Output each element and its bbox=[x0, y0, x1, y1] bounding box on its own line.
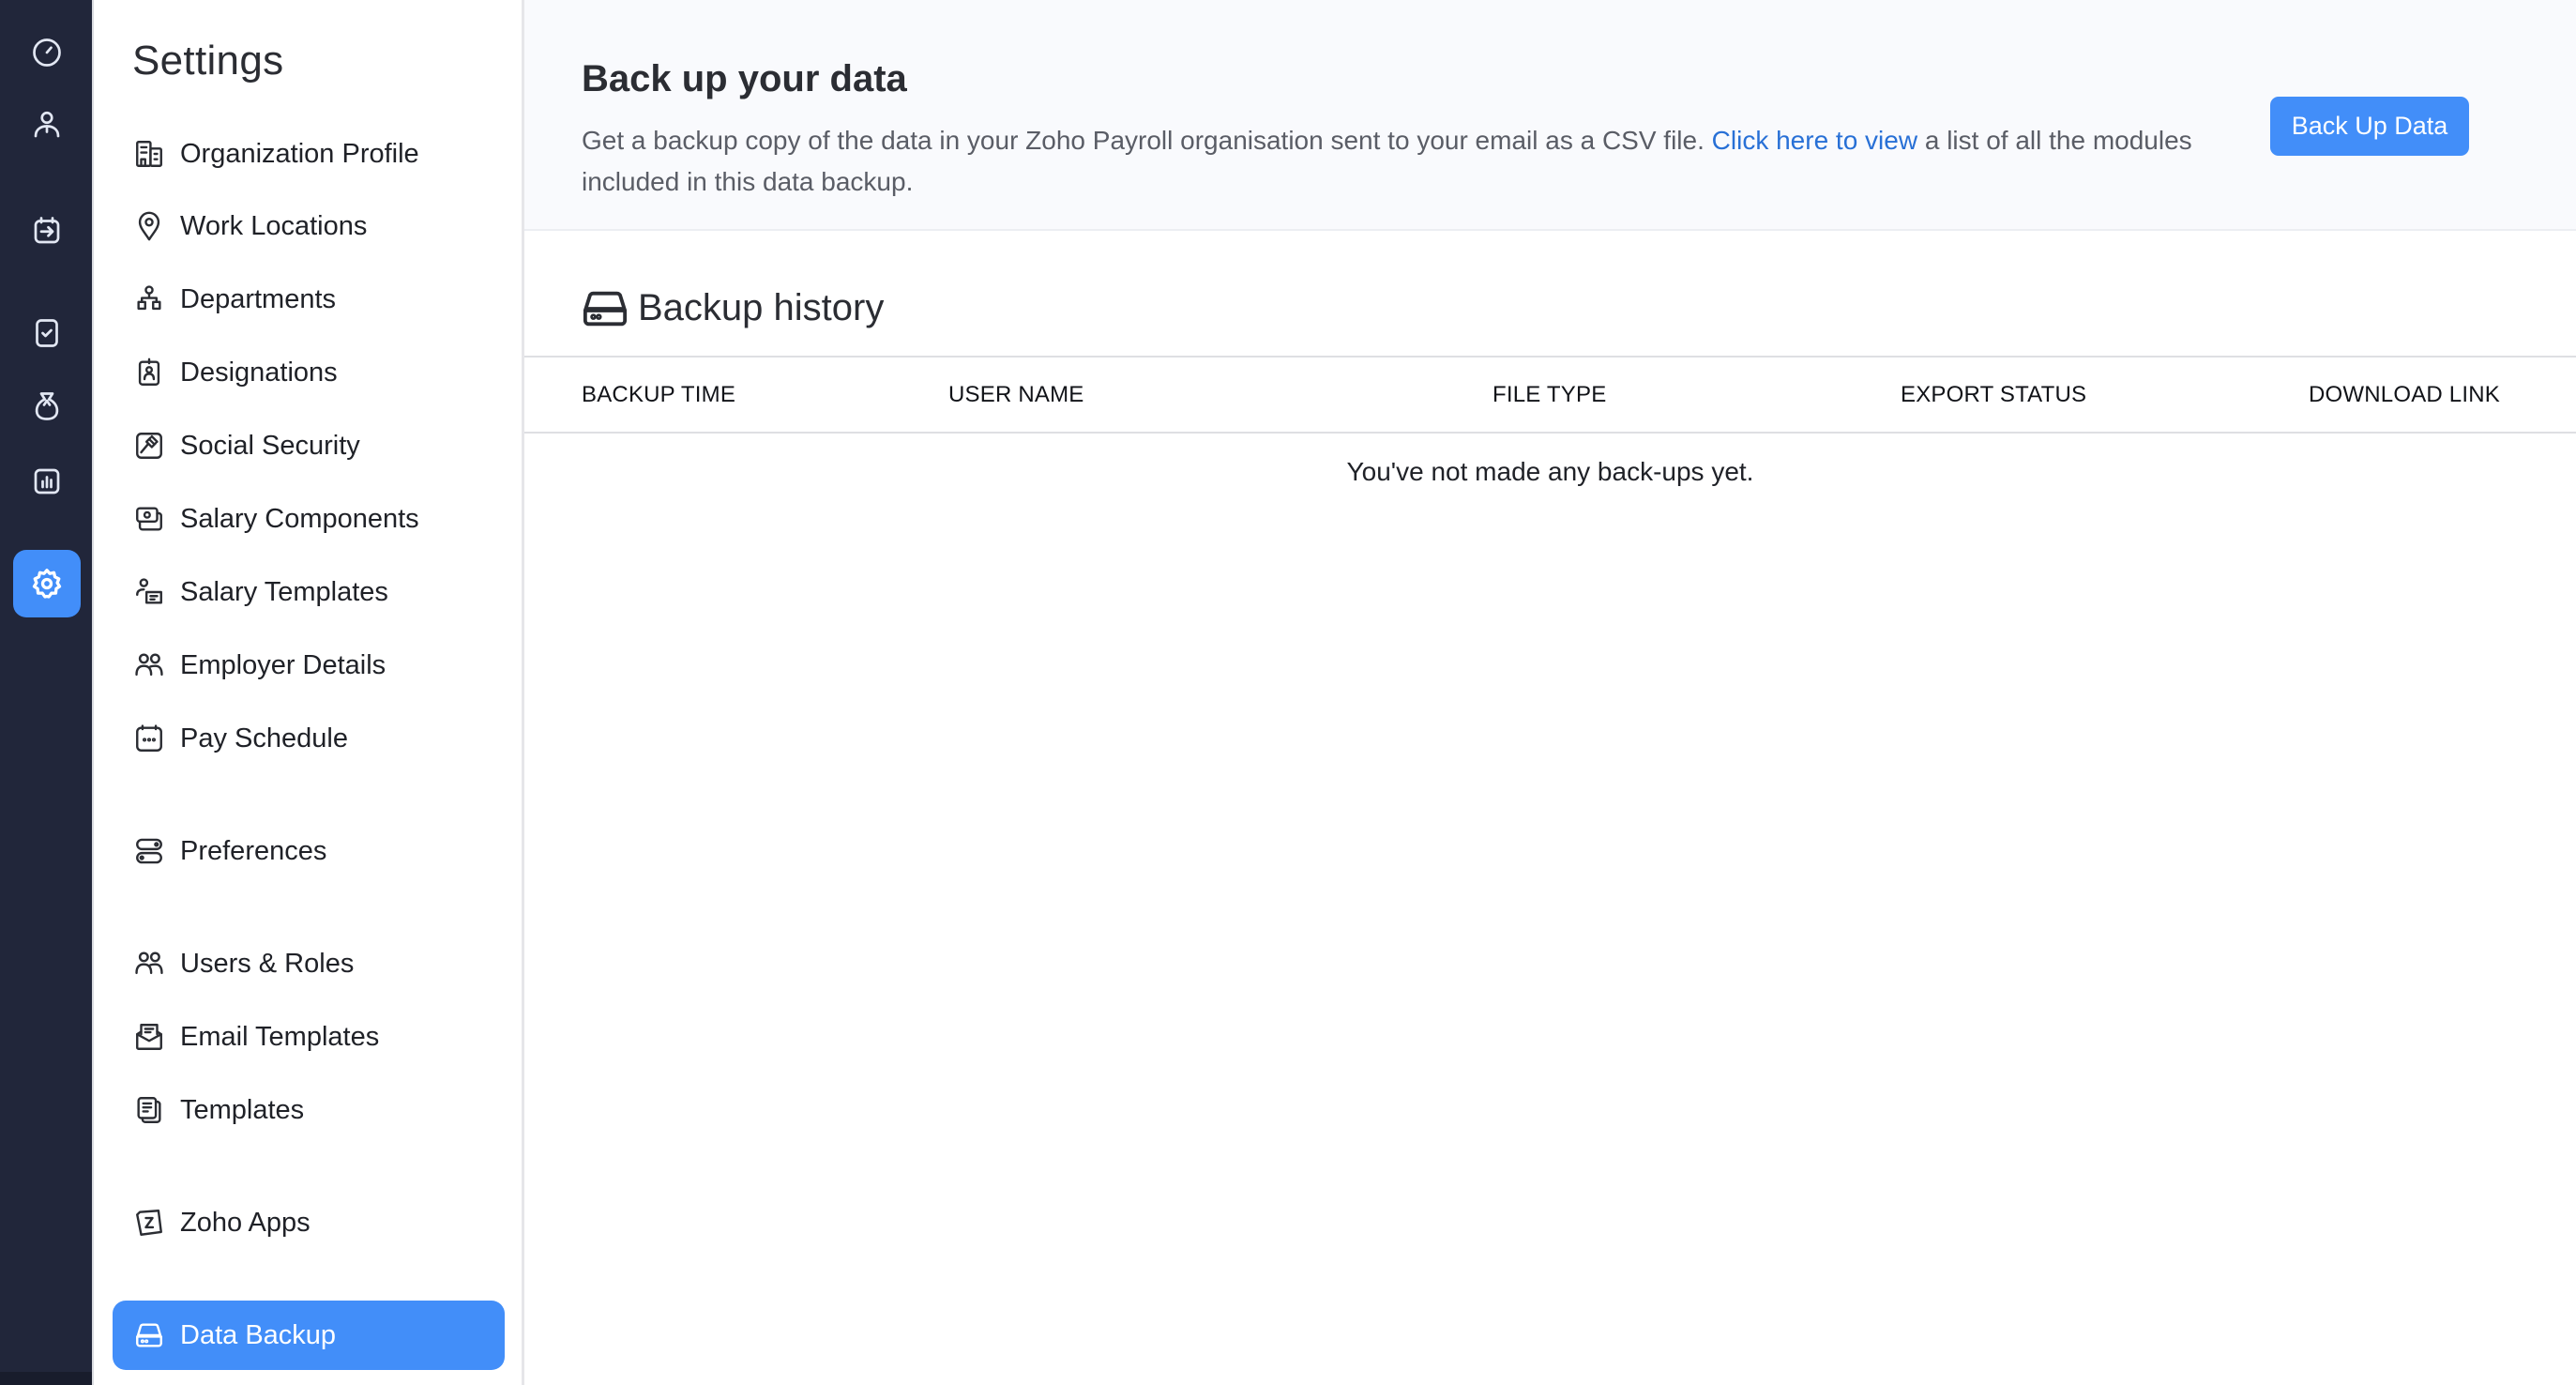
sidebar-item-label: Pay Schedule bbox=[180, 723, 348, 753]
hard-drive-icon bbox=[583, 291, 628, 326]
money-bag-icon bbox=[35, 392, 59, 420]
sidebar-item-work-locations[interactable]: Work Locations bbox=[113, 191, 505, 261]
empty-state-message: You've not made any back-ups yet. bbox=[1346, 457, 1754, 486]
sidebar-item-label: Social Security bbox=[180, 430, 360, 461]
person-document-icon bbox=[136, 578, 162, 604]
sidebar-item-label: Departments bbox=[180, 283, 337, 314]
nav-dashboard[interactable] bbox=[13, 19, 81, 86]
nav-approvals[interactable] bbox=[13, 299, 81, 367]
nav-settings[interactable] bbox=[13, 550, 81, 617]
clipboard-check-icon bbox=[36, 319, 58, 347]
person-icon bbox=[34, 111, 60, 138]
sidebar-item-social-security[interactable]: Social Security bbox=[113, 411, 505, 480]
sidebar-item-email-templates[interactable]: Email Templates bbox=[113, 1002, 505, 1072]
table-header: BACKUP TIME USER NAME FILE TYPE EXPORT S… bbox=[524, 356, 2576, 434]
back-up-data-button[interactable]: Back Up Data bbox=[2270, 97, 2469, 156]
nav-reports[interactable] bbox=[13, 448, 81, 515]
settings-sidebar: Settings Organization Profile Work Locat… bbox=[92, 0, 524, 1385]
page-title: Back up your data bbox=[582, 58, 907, 99]
column-header-file-type: FILE TYPE bbox=[1493, 382, 1607, 407]
cash-icon bbox=[136, 507, 162, 531]
backup-description: Get a backup copy of the data in your Zo… bbox=[582, 120, 2195, 203]
nav-benefits[interactable] bbox=[13, 373, 81, 440]
org-chart-icon bbox=[137, 285, 161, 311]
building-icon bbox=[136, 141, 162, 167]
sidebar-title: Settings bbox=[132, 38, 284, 84]
users-icon bbox=[135, 653, 163, 677]
sidebar-item-users-roles[interactable]: Users & Roles bbox=[113, 929, 505, 998]
sidebar-item-data-backup[interactable]: Data Backup bbox=[113, 1301, 505, 1370]
calendar-arrow-icon bbox=[34, 217, 60, 244]
hard-drive-icon bbox=[136, 1323, 162, 1347]
backup-history-table: BACKUP TIME USER NAME FILE TYPE EXPORT S… bbox=[524, 356, 2576, 486]
column-header-user-name: USER NAME bbox=[948, 382, 1084, 407]
nav-employees[interactable] bbox=[13, 91, 81, 159]
sidebar-item-designations[interactable]: Designations bbox=[113, 338, 505, 407]
view-modules-link[interactable]: Click here to view bbox=[1712, 126, 1917, 155]
sidebar-item-pay-schedule[interactable]: Pay Schedule bbox=[113, 704, 505, 773]
users-icon bbox=[135, 951, 163, 975]
toggles-icon bbox=[136, 838, 162, 864]
sidebar-item-preferences[interactable]: Preferences bbox=[113, 816, 505, 886]
sidebar-item-label: Salary Components bbox=[180, 503, 419, 534]
nav-pay-runs[interactable] bbox=[13, 197, 81, 265]
map-pin-icon bbox=[138, 211, 160, 241]
sidebar-item-label: Users & Roles bbox=[180, 948, 355, 979]
rail-footer bbox=[0, 1372, 92, 1385]
backup-hero: Back up your data Get a backup copy of t… bbox=[524, 0, 2576, 231]
sidebar-item-departments[interactable]: Departments bbox=[113, 265, 505, 334]
mail-open-icon bbox=[136, 1024, 162, 1050]
id-badge-icon bbox=[138, 358, 160, 386]
sidebar-item-label: Work Locations bbox=[180, 210, 368, 241]
documents-icon bbox=[137, 1097, 161, 1123]
main-content: Back up your data Get a backup copy of t… bbox=[524, 0, 2576, 1385]
zoho-z-icon bbox=[136, 1210, 162, 1236]
sidebar-item-salary-components[interactable]: Salary Components bbox=[113, 484, 505, 554]
column-header-export-status: EXPORT STATUS bbox=[1901, 382, 2087, 407]
description-text: Get a backup copy of the data in your Zo… bbox=[582, 126, 1712, 155]
column-header-download-link: DOWNLOAD LINK bbox=[2309, 382, 2500, 407]
sidebar-item-label: Preferences bbox=[180, 835, 327, 866]
column-header-backup-time: BACKUP TIME bbox=[582, 382, 736, 407]
sidebar-item-employer-details[interactable]: Employer Details bbox=[113, 631, 505, 700]
sidebar-item-organization-profile[interactable]: Organization Profile bbox=[113, 119, 505, 189]
calendar-dots-icon bbox=[136, 724, 162, 752]
sidebar-item-label: Salary Templates bbox=[180, 576, 388, 607]
sidebar-item-salary-templates[interactable]: Salary Templates bbox=[113, 557, 505, 627]
sidebar-item-label: Zoho Apps bbox=[180, 1207, 311, 1238]
backup-history-heading: Backup history bbox=[582, 287, 884, 329]
app-nav-rail bbox=[0, 0, 92, 1385]
sidebar-item-label: Designations bbox=[180, 357, 338, 388]
gavel-icon bbox=[136, 433, 162, 459]
sidebar-item-label: Data Backup bbox=[180, 1319, 337, 1350]
bar-chart-icon bbox=[34, 468, 60, 495]
sidebar-item-templates[interactable]: Templates bbox=[113, 1075, 505, 1145]
sidebar-item-label: Templates bbox=[180, 1094, 305, 1125]
gauge-icon bbox=[33, 38, 61, 67]
section-title: Backup history bbox=[638, 287, 885, 328]
sidebar-item-zoho-apps[interactable]: Zoho Apps bbox=[113, 1188, 505, 1257]
sidebar-item-label: Email Templates bbox=[180, 1021, 380, 1052]
sidebar-item-label: Employer Details bbox=[180, 649, 386, 680]
gear-icon bbox=[32, 569, 62, 599]
sidebar-item-label: Organization Profile bbox=[180, 138, 419, 169]
